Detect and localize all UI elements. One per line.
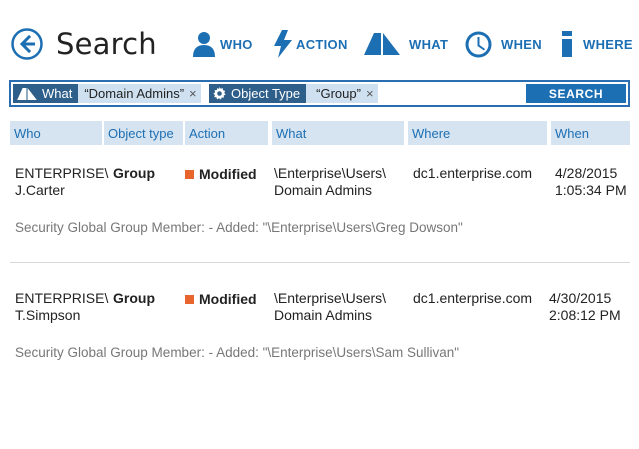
who-user: J.Carter	[15, 182, 65, 198]
header: Search WHO ACTION WHAT WHEN WHERE	[0, 0, 639, 78]
filter-what-button[interactable]: WHAT	[364, 28, 448, 60]
row-details: Security Global Group Member: - Added: "…	[15, 220, 463, 235]
token-value: “Domain Admins” ×	[78, 84, 201, 103]
token-key: Object Type	[209, 84, 307, 103]
row-divider	[10, 262, 630, 263]
who-user: T.Simpson	[15, 307, 81, 323]
gear-icon	[213, 87, 226, 100]
cell-what: \Enterprise\Users\ Domain Admins	[274, 165, 386, 199]
search-token-what: What “Domain Admins” ×	[13, 84, 201, 103]
what-object: Domain Admins	[274, 182, 373, 198]
modified-status-icon	[185, 295, 194, 304]
column-header-who[interactable]: Who	[10, 121, 102, 145]
filter-where-label: WHERE	[583, 36, 633, 52]
remove-token-icon[interactable]: ×	[366, 86, 374, 101]
column-header-where[interactable]: Where	[408, 121, 547, 145]
filter-what-label: WHAT	[409, 36, 449, 52]
column-header-what[interactable]: What	[272, 121, 404, 145]
token-value-label: “Domain Admins”	[84, 86, 185, 101]
filter-who-label: WHO	[220, 36, 253, 52]
cell-where: dc1.enterprise.com	[413, 165, 533, 181]
filter-action-label: ACTION	[296, 36, 348, 52]
filter-when-label: WHEN	[501, 36, 542, 52]
row-details: Security Global Group Member: - Added: "…	[15, 345, 460, 360]
search-bar: What “Domain Admins” × Object Type “Grou…	[9, 80, 630, 107]
modified-status-icon	[185, 170, 194, 179]
search-token-object-type: Object Type “Group” ×	[209, 84, 378, 103]
cell-object-type: Group	[113, 165, 155, 181]
who-domain: ENTERPRISE\	[15, 290, 109, 306]
token-value: “Group” ×	[306, 84, 378, 103]
what-path: \Enterprise\Users\	[274, 165, 387, 181]
action-label: Modified	[199, 166, 257, 182]
what-icon	[17, 87, 37, 100]
cell-when: 4/30/2015 2:08:12 PM	[549, 290, 621, 324]
filter-where-button[interactable]: WHERE	[561, 28, 633, 60]
person-icon	[193, 32, 215, 57]
filter-when-button[interactable]: WHEN	[465, 28, 542, 60]
column-header-object-type[interactable]: Object type	[104, 121, 183, 145]
cell-where: dc1.enterprise.com	[413, 290, 533, 306]
action-label: Modified	[199, 291, 257, 307]
back-arrow-icon[interactable]	[11, 28, 43, 60]
filter-action-button[interactable]: ACTION	[273, 28, 348, 60]
cell-action: Modified	[185, 166, 257, 183]
column-header-action[interactable]: Action	[185, 121, 268, 145]
who-domain: ENTERPRISE\	[15, 165, 109, 181]
token-value-label: “Group”	[316, 86, 361, 101]
when-time: 2:08:12 PM	[549, 307, 621, 323]
when-date: 4/30/2015	[549, 290, 612, 306]
what-icon	[364, 33, 400, 55]
cell-object-type: Group	[113, 290, 155, 306]
token-key: What	[13, 84, 79, 103]
token-key-label: What	[42, 86, 73, 101]
cell-who: ENTERPRISE\ T.Simpson	[15, 290, 108, 324]
cell-action: Modified	[185, 291, 257, 308]
cell-what: \Enterprise\Users\ Domain Admins	[274, 290, 386, 324]
clock-icon	[465, 31, 492, 57]
search-button[interactable]: SEARCH	[526, 84, 626, 103]
lightning-icon	[274, 30, 292, 58]
token-key-label: Object Type	[231, 86, 301, 101]
search-input[interactable]	[401, 84, 525, 103]
when-time: 1:05:34 PM	[555, 182, 627, 198]
cell-when: 4/28/2015 1:05:34 PM	[555, 165, 627, 199]
column-header-when[interactable]: When	[551, 121, 630, 145]
when-date: 4/28/2015	[555, 165, 618, 181]
cell-who: ENTERPRISE\ J.Carter	[15, 165, 108, 199]
remove-token-icon[interactable]: ×	[189, 86, 197, 101]
what-object: Domain Admins	[274, 307, 373, 323]
info-icon	[562, 31, 572, 57]
what-path: \Enterprise\Users\	[274, 290, 387, 306]
filter-who-button[interactable]: WHO	[193, 28, 253, 60]
page-title: Search	[56, 27, 157, 61]
